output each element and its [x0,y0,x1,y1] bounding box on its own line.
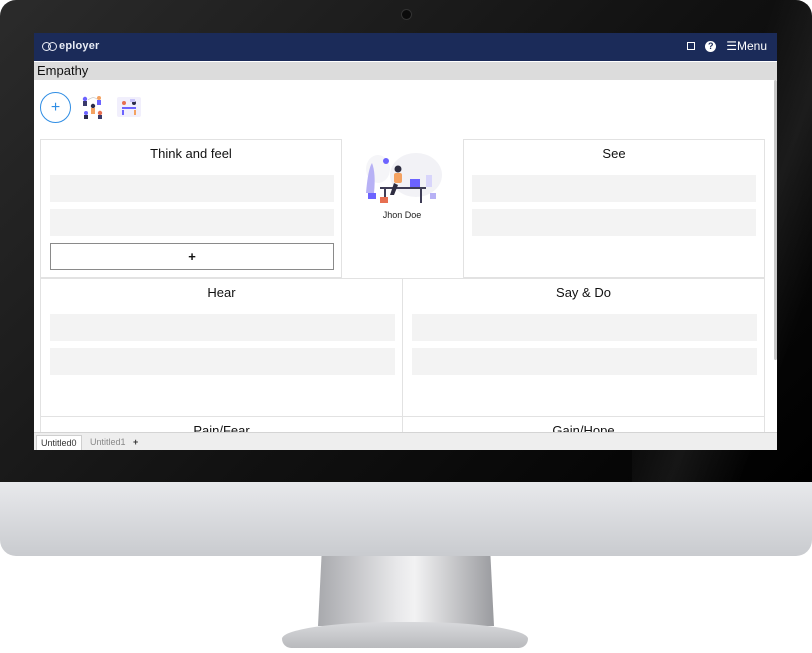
top-navbar: eployer ? ☰Menu [34,33,777,61]
meeting-illustration-icon[interactable] [115,93,143,121]
see-title: See [602,146,626,161]
monitor-base [282,622,528,648]
say-and-do-entry[interactable] [412,348,757,375]
persona-card[interactable]: Jhon Doe [342,139,462,278]
tab-untitled0[interactable]: Untitled0 [36,435,82,450]
persona-name: Jhon Doe [382,210,422,220]
see-entry[interactable] [472,209,756,236]
think-and-feel-add-button[interactable]: + [50,243,334,270]
add-tab-button[interactable]: + [129,435,142,450]
app-logo[interactable]: eployer [42,40,100,52]
add-button[interactable]: + [40,91,71,123]
team-illustration-icon[interactable] [79,93,107,121]
menu-label: ☰Menu [726,39,767,53]
say-and-do-title: Say & Do [556,285,611,300]
app-screen: eployer ? ☰Menu Empathy + Think and feel… [34,33,777,450]
tab-untitled1[interactable]: Untitled1 [86,435,130,450]
fullscreen-icon[interactable] [687,42,696,50]
think-and-feel-title: Think and feel [150,146,232,161]
help-icon[interactable]: ? [705,40,717,52]
quadrant-say-and-do: Say & Do [402,278,765,417]
monitor-chin [0,482,812,556]
persona-illustration [366,153,442,203]
vertical-scrollbar[interactable] [774,80,777,360]
see-entry[interactable] [472,175,756,202]
hear-entry[interactable] [50,348,395,375]
say-and-do-entry[interactable] [412,314,757,341]
quadrant-think-and-feel: Think and feel + [40,139,342,278]
topbar-actions: ? ☰Menu [687,39,767,53]
camera [402,10,411,19]
monitor-stand [318,556,494,626]
hear-title: Hear [207,285,236,300]
empathy-map-board: Think and feel + Jhon Doe See Hear Say &… [40,139,765,450]
infinity-logo-icon [42,41,58,51]
quadrant-hear: Hear [40,278,403,417]
toolbar: + [40,90,143,124]
think-and-feel-entry[interactable] [50,175,334,202]
quadrant-see: See [463,139,765,278]
logo-text: eployer [59,40,100,52]
menu-button[interactable]: ☰Menu [726,39,767,53]
hear-entry[interactable] [50,314,395,341]
page-title: Empathy [34,62,777,80]
sheet-tab-bar: Untitled0 Untitled1 + [34,432,777,450]
think-and-feel-entry[interactable] [50,209,334,236]
